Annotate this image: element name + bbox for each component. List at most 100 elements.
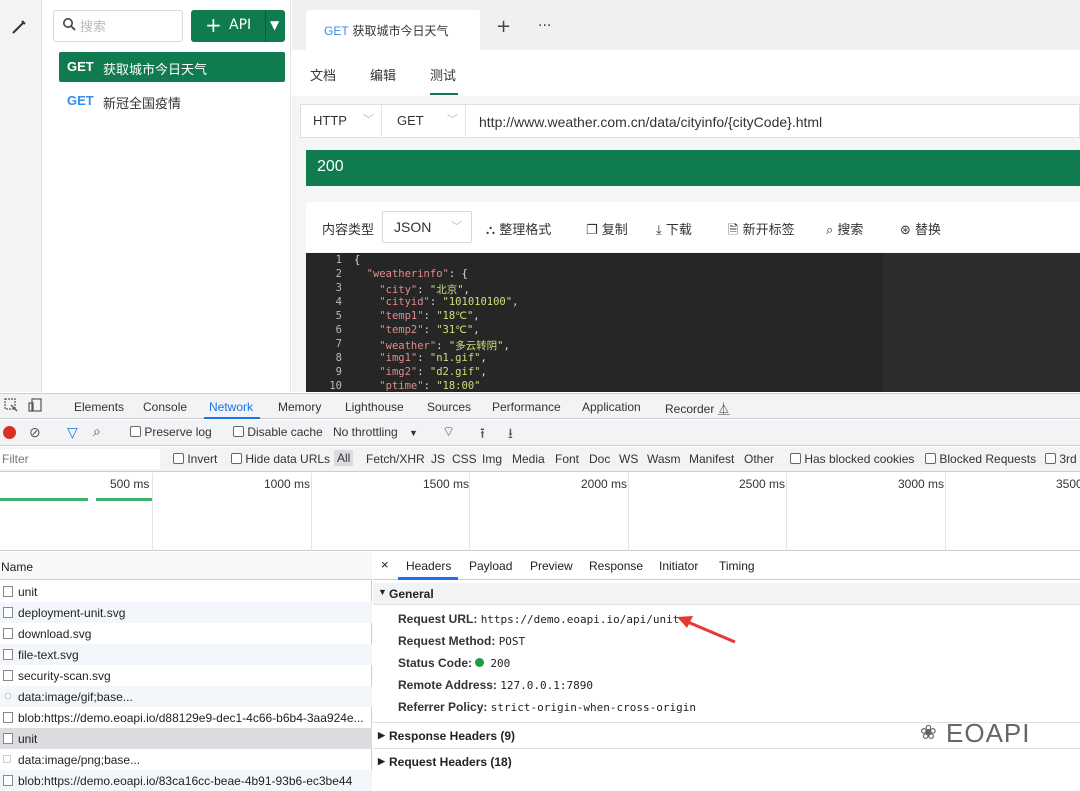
tab-response[interactable]: Response [589, 559, 643, 573]
tab-weather[interactable]: GET 获取城市今日天气 [306, 10, 480, 50]
checkbox[interactable] [1045, 453, 1056, 464]
tab-headers[interactable]: Headers [406, 559, 451, 573]
tab-lighthouse[interactable]: Lighthouse [345, 400, 404, 414]
tab-timing[interactable]: Timing [719, 559, 755, 573]
filter-icon[interactable]: ▽ [67, 424, 78, 441]
inspect-icon[interactable] [4, 398, 18, 415]
api-sidebar: + API ▼ GET 获取城市今日天气 GET 新冠全国疫情 [43, 0, 291, 392]
tab-preview[interactable]: Preview [530, 559, 573, 573]
response-code-editor[interactable]: 1 2 3 4 5 6 7 8 9 10 { "weatherinfo": { … [306, 253, 1080, 392]
invert-checkbox[interactable]: Invert [173, 452, 217, 466]
replace-button[interactable]: ⊛ 替换 [900, 219, 941, 238]
format-button[interactable]: ⛬ 整理格式 [486, 219, 551, 238]
request-row[interactable]: data:image/png;base... [0, 749, 372, 770]
general-section-header[interactable]: ▼ General [373, 583, 1080, 605]
throttling-select[interactable]: No throttling ▼ [333, 425, 418, 439]
download-button[interactable]: ⤓ 下载 [656, 219, 692, 238]
wrench-icon[interactable] [10, 18, 30, 38]
filter-type-js[interactable]: JS [431, 452, 445, 466]
preserve-log-checkbox[interactable]: Preserve log [130, 425, 212, 439]
search-box[interactable] [53, 10, 183, 42]
filter-type-css[interactable]: CSS [452, 452, 477, 466]
checkbox[interactable] [130, 426, 141, 437]
line-number: 1 [335, 254, 342, 266]
code-line: "cityid": "101010100", [379, 296, 519, 308]
request-row[interactable]: blob:https://demo.eoapi.io/83ca16cc-beae… [0, 770, 372, 791]
caret-down-icon[interactable]: ▼ [270, 18, 279, 32]
third-party-checkbox[interactable]: 3rd [1045, 452, 1077, 466]
checkbox[interactable] [790, 453, 801, 464]
tab-doc[interactable]: 文档 [310, 65, 336, 84]
close-icon[interactable]: × [381, 557, 389, 572]
download-icon[interactable]: ⭳ [508, 423, 513, 447]
tab-memory[interactable]: Memory [278, 400, 321, 414]
blocked-requests-checkbox[interactable]: Blocked Requests [925, 452, 1036, 466]
filter-type-img[interactable]: Img [482, 452, 502, 466]
tab-console[interactable]: Console [143, 400, 187, 414]
wifi-settings-icon[interactable]: ⌔ [442, 423, 455, 441]
line-number: 10 [329, 380, 342, 392]
tab-initiator[interactable]: Initiator [659, 559, 698, 573]
protocol-select[interactable]: HTTP [313, 113, 347, 128]
filter-type-media[interactable]: Media [512, 452, 545, 466]
request-headers-section[interactable]: ▶ Request Headers (18) [373, 748, 1080, 774]
request-row[interactable]: unit [0, 581, 372, 602]
filter-type-font[interactable]: Font [555, 452, 579, 466]
blocked-cookies-checkbox[interactable]: Has blocked cookies [790, 452, 914, 466]
checkbox[interactable] [173, 453, 184, 464]
device-toggle-icon[interactable] [28, 398, 44, 415]
search-button[interactable]: ⌕ 搜索 [826, 219, 863, 238]
filter-type-other[interactable]: Other [744, 452, 774, 466]
disable-cache-checkbox[interactable]: Disable cache [233, 425, 323, 439]
new-tab-plus-icon[interactable]: + [496, 16, 511, 37]
method-select[interactable]: GET [397, 113, 424, 128]
more-icon[interactable]: ··· [538, 18, 551, 34]
clear-icon[interactable]: ⊘ [29, 424, 41, 441]
request-row[interactable]: security-scan.svg [0, 665, 372, 686]
api-item-weather[interactable]: GET 获取城市今日天气 [59, 52, 285, 82]
checkbox[interactable] [231, 453, 242, 464]
copy-button[interactable]: ❐ 复制 [586, 219, 628, 238]
filter-type-wasm[interactable]: Wasm [647, 452, 681, 466]
checkbox[interactable] [925, 453, 936, 464]
request-row[interactable]: blob:https://demo.eoapi.io/d88129e9-dec1… [0, 707, 372, 728]
request-row[interactable]: deployment-unit.svg [0, 602, 372, 623]
content-type-select[interactable]: JSON ﹀ [382, 211, 472, 243]
tab-payload[interactable]: Payload [469, 559, 512, 573]
tab-recorder[interactable]: Recorder ⏅ [665, 400, 730, 417]
api-item-covid[interactable]: GET 新冠全国疫情 [59, 86, 285, 116]
request-row[interactable]: download.svg [0, 623, 372, 644]
request-row[interactable]: file-text.svg [0, 644, 372, 665]
replace-icon: ⊛ [900, 223, 911, 238]
filter-type-fetch[interactable]: Fetch/XHR [366, 452, 425, 466]
tab-network[interactable]: Network [209, 400, 253, 414]
file-icon [3, 775, 13, 786]
request-row[interactable]: data:image/gif;base... [0, 686, 372, 707]
general-row-url: Request URL: https://demo.eoapi.io/api/u… [398, 612, 679, 626]
tab-edit[interactable]: 编辑 [370, 65, 396, 84]
network-timeline[interactable]: 500 ms 1000 ms 1500 ms 2000 ms 2500 ms 3… [0, 473, 1080, 551]
network-toolbar: ⊘ ▽ ⌕ Preserve log Disable cache No thro… [0, 420, 1080, 446]
tab-performance[interactable]: Performance [492, 400, 561, 414]
tab-sources[interactable]: Sources [427, 400, 471, 414]
url-input[interactable] [479, 113, 1069, 131]
filter-type-manifest[interactable]: Manifest [689, 452, 734, 466]
filter-type-all[interactable]: All [334, 450, 354, 466]
tab-elements[interactable]: Elements [74, 400, 124, 414]
search-input[interactable] [80, 17, 178, 35]
grid-line [945, 473, 946, 551]
hide-data-urls-checkbox[interactable]: Hide data URLs [231, 452, 330, 466]
filter-type-doc[interactable]: Doc [589, 452, 610, 466]
tab-test[interactable]: 测试 [430, 65, 456, 84]
filter-input[interactable] [0, 449, 160, 469]
tab-application[interactable]: Application [582, 400, 641, 414]
search-icon[interactable]: ⌕ [93, 423, 101, 440]
request-list-header[interactable]: Name [0, 552, 372, 580]
checkbox[interactable] [233, 426, 244, 437]
record-icon[interactable] [3, 426, 16, 439]
request-row-selected[interactable]: unit [0, 728, 372, 749]
filter-type-ws[interactable]: WS [619, 452, 638, 466]
new-tab-button[interactable]: 🗎 新开标签 [728, 219, 795, 243]
add-api-button[interactable]: + API ▼ [191, 10, 285, 42]
upload-icon[interactable]: ⭱ [480, 423, 485, 447]
